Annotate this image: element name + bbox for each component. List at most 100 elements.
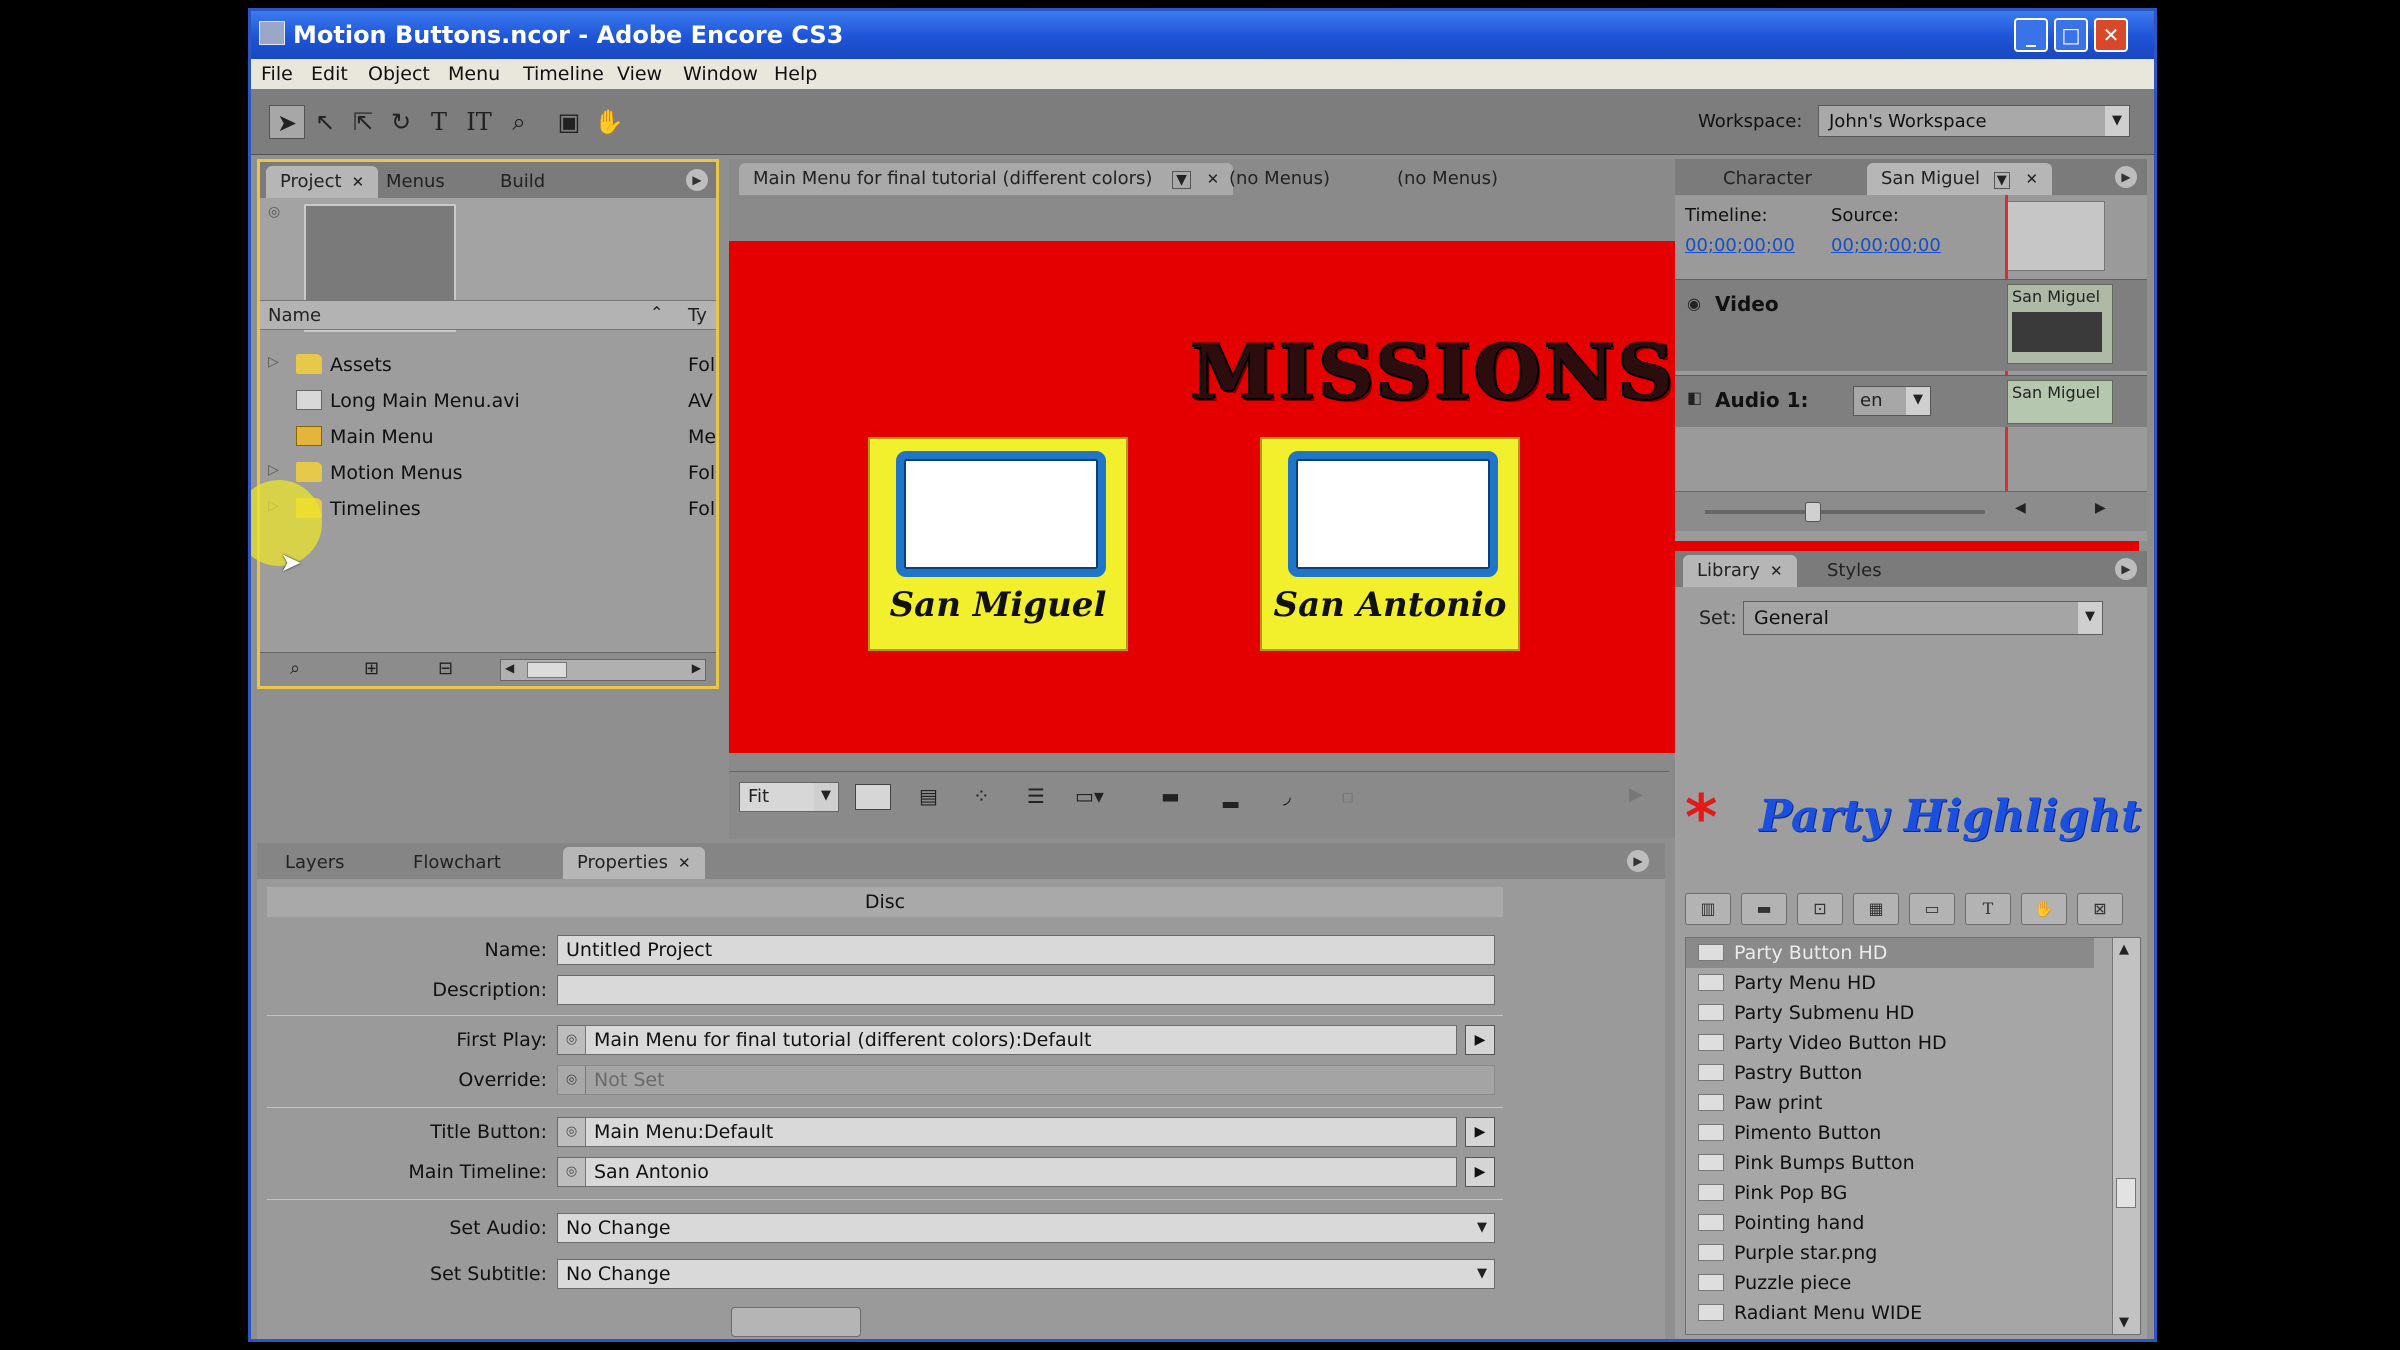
panel-menu-icon[interactable]: ▶: [2115, 558, 2137, 580]
set-dropdown[interactable]: General ▼: [1743, 601, 2103, 635]
close-button[interactable]: ✕: [2094, 18, 2128, 52]
safe-area-icon[interactable]: [855, 784, 891, 810]
menu-timeline[interactable]: Timeline: [523, 63, 604, 85]
first-play-field[interactable]: ◎ Main Menu for final tutorial (differen…: [557, 1025, 1457, 1055]
main-timeline-menu-button[interactable]: ▶: [1465, 1157, 1495, 1187]
zoom-slider[interactable]: [1805, 502, 1821, 522]
list-item[interactable]: ▷ Motion Menus Fol: [260, 456, 716, 492]
list-item[interactable]: Party Video Button HD: [1686, 1028, 2094, 1058]
maximize-button[interactable]: □: [2054, 18, 2088, 52]
expand-icon[interactable]: ▷: [268, 462, 279, 478]
set-button[interactable]: [731, 1307, 861, 1337]
list-item[interactable]: ▷ Timelines Fol: [260, 492, 716, 528]
move-icon[interactable]: ⇱: [345, 105, 381, 139]
new-item-icon[interactable]: ⊞: [364, 658, 379, 679]
tab-build[interactable]: Build: [486, 166, 559, 198]
vertical-text-icon[interactable]: IT: [461, 105, 497, 139]
panel-menu-icon[interactable]: ▶: [686, 169, 708, 191]
align-center-icon[interactable]: ▂: [1223, 784, 1238, 808]
routing-icon[interactable]: ⁘: [973, 784, 990, 808]
timeline-timecode[interactable]: 00;00;00;00: [1685, 235, 1795, 256]
workspace-dropdown[interactable]: John's Workspace ▼: [1818, 105, 2130, 137]
column-type[interactable]: Ty: [688, 305, 707, 326]
tab-san-miguel[interactable]: San Miguel ▼ ✕: [1867, 163, 2053, 195]
list-item[interactable]: Pink Bumps Button: [1686, 1148, 2094, 1178]
source-timecode[interactable]: 00;00;00;00: [1831, 235, 1941, 256]
close-icon[interactable]: ✕: [2026, 170, 2039, 188]
preview-icon[interactable]: ▣: [551, 105, 587, 139]
tab-no-menus-2[interactable]: (no Menus): [1383, 163, 1512, 195]
tab-project[interactable]: Project ✕: [266, 166, 379, 198]
close-icon[interactable]: ✕: [352, 173, 365, 191]
video-clip[interactable]: San Miguel: [2007, 284, 2113, 364]
zoom-icon[interactable]: ⌕: [501, 105, 537, 139]
first-play-menu-button[interactable]: ▶: [1465, 1025, 1495, 1055]
menu-filter-icon[interactable]: ▥: [1685, 893, 1731, 925]
audio-language-dropdown[interactable]: en ▼: [1853, 386, 1931, 416]
distribute-icon[interactable]: ▫: [1341, 784, 1355, 808]
menu-view[interactable]: View: [617, 63, 662, 85]
tab-main-menu[interactable]: Main Menu for final tutorial (different …: [739, 163, 1234, 195]
title-button-menu-button[interactable]: ▶: [1465, 1117, 1495, 1147]
align-right-icon[interactable]: ◞: [1283, 784, 1291, 808]
chevron-down-icon[interactable]: ▼: [1993, 172, 2010, 189]
menu-menu[interactable]: Menu: [448, 63, 500, 85]
menu-edit[interactable]: Edit: [311, 63, 348, 85]
scroll-down-icon[interactable]: ▼: [2119, 1315, 2129, 1330]
set-audio-dropdown[interactable]: No Change ▼: [557, 1213, 1495, 1243]
list-item[interactable]: Pointing hand: [1686, 1208, 2094, 1238]
list-item[interactable]: Paw print: [1686, 1088, 2094, 1118]
vertical-scrollbar[interactable]: ▲ ▼: [2112, 938, 2140, 1334]
rotate-icon[interactable]: ↻: [383, 105, 419, 139]
list-item[interactable]: Main Menu Me: [260, 420, 716, 456]
menu-button-san-antonio[interactable]: San Antonio: [1260, 437, 1520, 651]
list-item[interactable]: Long Main Menu.avi AV: [260, 384, 716, 420]
menu-file[interactable]: File: [261, 63, 293, 85]
menu-help[interactable]: Help: [774, 63, 817, 85]
tab-menus[interactable]: Menus: [372, 166, 459, 198]
align-left-icon[interactable]: ▬: [1161, 784, 1180, 808]
panel-menu-icon[interactable]: ▶: [2115, 166, 2137, 188]
pickwhip-icon[interactable]: ◎: [558, 1118, 586, 1146]
close-icon[interactable]: ✕: [1770, 562, 1783, 580]
subpicture-icon[interactable]: ▤: [919, 784, 938, 808]
sort-icon[interactable]: ⌃: [650, 303, 663, 322]
tab-no-menus-1[interactable]: (no Menus): [1215, 163, 1344, 195]
list-item[interactable]: Party Submenu HD: [1686, 998, 2094, 1028]
list-item[interactable]: Pimento Button: [1686, 1118, 2094, 1148]
button-filter-icon[interactable]: ▬: [1741, 893, 1787, 925]
list-item[interactable]: Purple star.png: [1686, 1238, 2094, 1268]
audio-clip[interactable]: San Miguel: [2007, 380, 2113, 424]
scroll-left-icon[interactable]: ◀: [505, 661, 514, 675]
tab-layers[interactable]: Layers: [271, 847, 359, 879]
tab-styles[interactable]: Styles: [1813, 555, 1896, 587]
list-item[interactable]: Party Button HD: [1686, 938, 2094, 968]
language-icon[interactable]: ▭▾: [1075, 784, 1104, 808]
title-button-field[interactable]: ◎ Main Menu:Default: [557, 1117, 1457, 1147]
minimize-button[interactable]: _: [2014, 18, 2048, 52]
find-icon[interactable]: ⌕: [290, 658, 300, 679]
selection-icon[interactable]: ➤: [269, 105, 305, 139]
background-filter-icon[interactable]: ▦: [1853, 893, 1899, 925]
scroll-right-icon[interactable]: ▶: [692, 661, 701, 675]
image-filter-icon[interactable]: ⊡: [1797, 893, 1843, 925]
list-item[interactable]: Pink Pop BG: [1686, 1178, 2094, 1208]
scroll-left-icon[interactable]: ◀: [2015, 500, 2026, 516]
menu-object[interactable]: Object: [368, 63, 430, 85]
tab-character[interactable]: Character: [1709, 163, 1826, 195]
pickwhip-icon[interactable]: ◎: [558, 1026, 586, 1054]
menu-button-san-miguel[interactable]: San Miguel: [868, 437, 1128, 651]
list-item[interactable]: Radiant Menu WIDE: [1686, 1298, 2094, 1328]
zoom-dropdown[interactable]: Fit ▼: [739, 782, 839, 812]
text-filter-icon[interactable]: T: [1965, 893, 2011, 925]
panel-menu-icon[interactable]: ▶: [1627, 850, 1649, 872]
main-timeline-field[interactable]: ◎ San Antonio: [557, 1157, 1457, 1187]
list-item[interactable]: Party Menu HD: [1686, 968, 2094, 998]
tab-flowchart[interactable]: Flowchart: [399, 847, 515, 879]
layer-filter-icon[interactable]: ▭: [1909, 893, 1955, 925]
scroll-thumb[interactable]: [527, 662, 567, 678]
set-subtitle-dropdown[interactable]: No Change ▼: [557, 1259, 1495, 1289]
speaker-icon[interactable]: ◧: [1687, 388, 1702, 407]
horizontal-scrollbar[interactable]: ◀ ▶: [500, 659, 706, 681]
scroll-thumb[interactable]: [2116, 1178, 2136, 1208]
